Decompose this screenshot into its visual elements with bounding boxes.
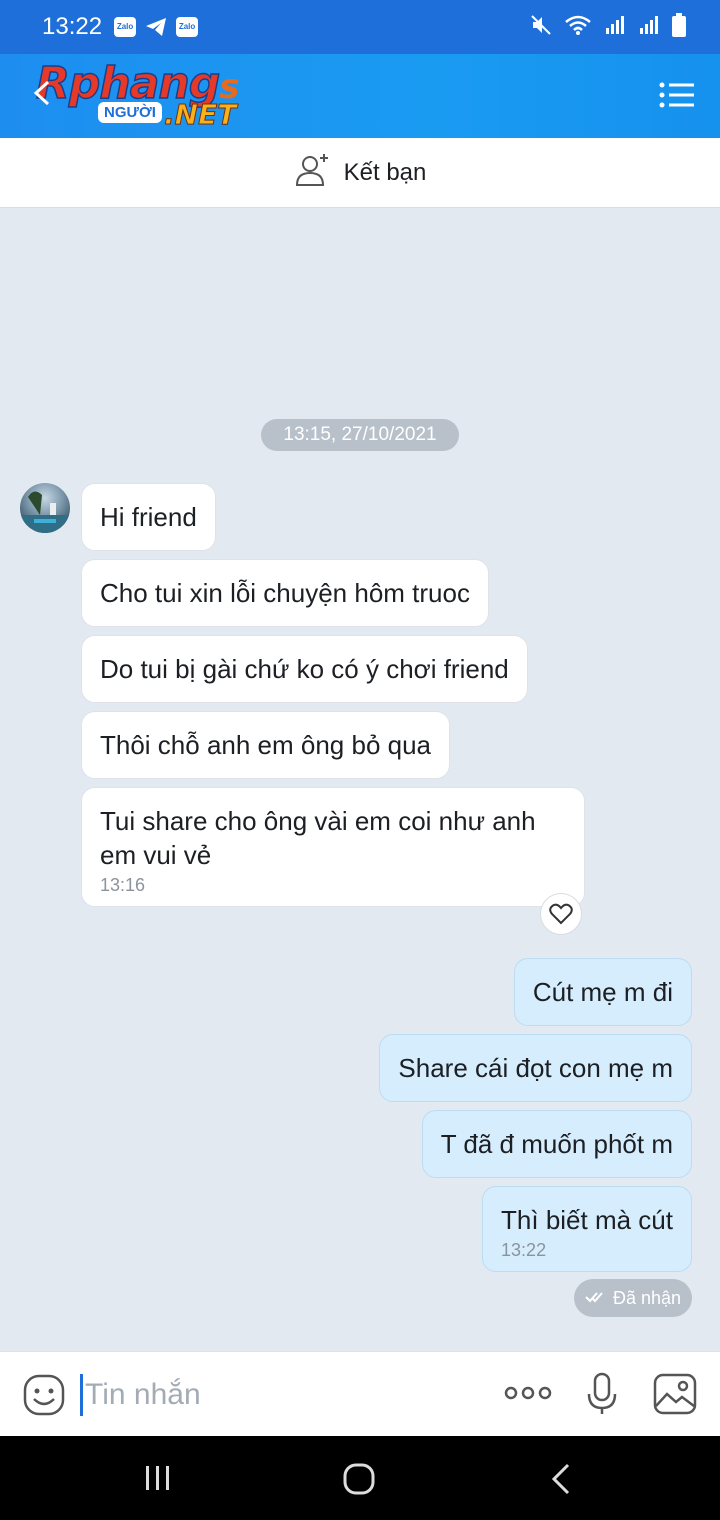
outgoing-message[interactable]: T đã đ muốn phốt m	[421, 1110, 692, 1178]
outgoing-message[interactable]: Share cái đọt con mẹ m	[379, 1034, 692, 1102]
more-options-icon[interactable]	[504, 1382, 552, 1409]
telegram-icon	[144, 16, 168, 38]
back-arrow-icon[interactable]	[30, 78, 52, 113]
message-composer: Tin nhắn	[0, 1351, 720, 1436]
home-icon[interactable]	[342, 1462, 376, 1501]
incoming-message[interactable]: Tui share cho ông vài em coi như anh em …	[81, 787, 585, 907]
zalo-notification-icon: Zalo	[176, 17, 199, 37]
emoji-icon[interactable]	[22, 1373, 66, 1422]
message-input[interactable]: Tin nhắn	[80, 1374, 460, 1416]
status-time: 13:22	[42, 13, 103, 40]
mute-icon	[530, 14, 552, 41]
incoming-message[interactable]: Do tui bị gài chứ ko có ý chơi friend	[81, 635, 528, 703]
battery-icon	[672, 12, 686, 42]
add-friend-label: Kết bạn	[343, 158, 427, 186]
contact-avatar[interactable]	[20, 483, 70, 533]
delivery-status-badge: Đã nhận	[574, 1279, 692, 1317]
add-friend-icon	[294, 150, 334, 195]
date-separator: 13:15, 27/10/2021	[261, 419, 459, 451]
back-icon[interactable]	[548, 1462, 576, 1501]
menu-icon[interactable]	[658, 80, 696, 115]
signal-icon	[638, 14, 660, 41]
add-friend-button[interactable]: Kết bạn	[0, 138, 720, 208]
chat-header: Rphangs NGƯỜI .NET	[0, 54, 720, 138]
heart-reaction-button[interactable]	[540, 893, 582, 935]
system-nav-bar	[0, 1436, 720, 1520]
microphone-icon[interactable]	[586, 1372, 618, 1421]
zalo-notification-icon: Zalo	[114, 17, 137, 37]
image-icon[interactable]	[652, 1372, 698, 1421]
double-check-icon	[585, 1288, 607, 1309]
site-logo-watermark: Rphangs NGƯỜI .NET	[35, 57, 239, 131]
incoming-message[interactable]: Thôi chỗ anh em ông bỏ qua	[81, 711, 451, 779]
message-time: 13:22	[501, 1240, 547, 1260]
signal-icon	[604, 14, 626, 41]
message-list[interactable]: 13:15, 27/10/2021 Hi friend Cho tui xin …	[0, 209, 720, 1351]
recent-apps-icon[interactable]	[142, 1462, 174, 1499]
outgoing-message[interactable]: Thì biết mà cút 13:22	[482, 1186, 692, 1272]
status-bar: 13:22 Zalo Zalo	[0, 0, 720, 54]
message-time: 13:16	[100, 875, 146, 895]
wifi-icon	[564, 14, 592, 41]
outgoing-message[interactable]: Cút mẹ m đi	[513, 958, 692, 1026]
incoming-message[interactable]: Cho tui xin lỗi chuyện hôm truoc	[81, 559, 489, 627]
incoming-message[interactable]: Hi friend	[81, 483, 216, 551]
